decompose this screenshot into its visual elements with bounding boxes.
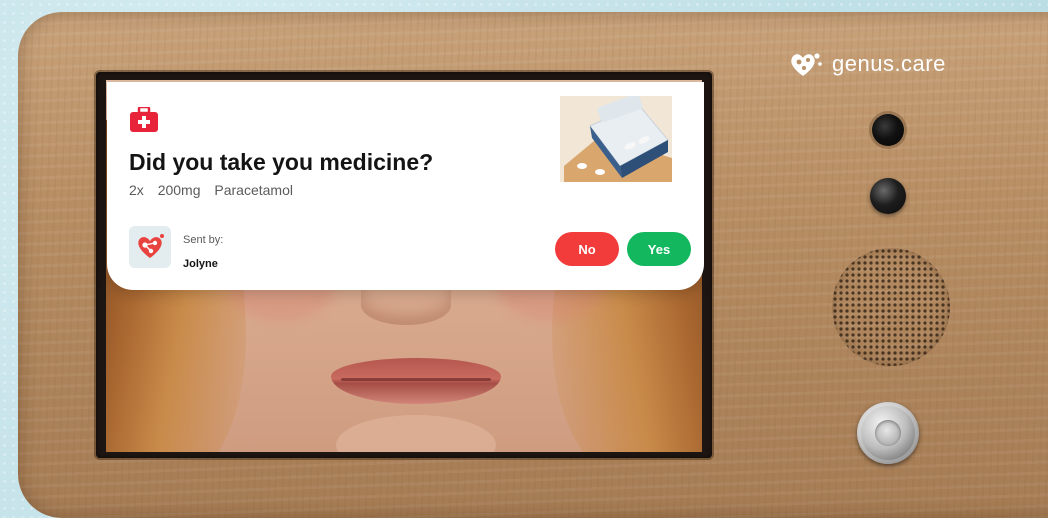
dose-amount: 200mg <box>157 182 201 198</box>
photo-chin <box>336 415 496 452</box>
camera-lens <box>872 114 904 146</box>
speaker-grille <box>832 248 950 366</box>
brand-logo: genus.care <box>788 50 946 78</box>
reminder-title: Did you take you medicine? <box>129 149 434 175</box>
medical-kit-icon <box>129 105 159 133</box>
no-button[interactable]: No <box>555 232 619 266</box>
medicine-name: Paracetamol <box>214 182 293 198</box>
dose-count: 2x <box>129 182 144 198</box>
yes-button[interactable]: Yes <box>627 232 691 266</box>
heart-network-icon <box>138 234 164 258</box>
photo-lips <box>331 358 501 404</box>
sender-label: Sent by: <box>183 234 224 246</box>
photo-nose <box>361 285 451 325</box>
heart-network-icon <box>791 53 822 76</box>
brand-name: genus.care <box>832 51 946 76</box>
sender-name: Jolyne <box>183 258 218 270</box>
light-sensor <box>870 178 906 214</box>
power-button[interactable] <box>857 402 919 464</box>
medicine-reminder-card: Did you take you medicine? 2x 200mg Para… <box>107 82 704 290</box>
sender-avatar <box>129 226 171 268</box>
medicine-package-photo <box>560 96 672 182</box>
dose-details: 2x 200mg Paracetamol <box>129 182 303 198</box>
